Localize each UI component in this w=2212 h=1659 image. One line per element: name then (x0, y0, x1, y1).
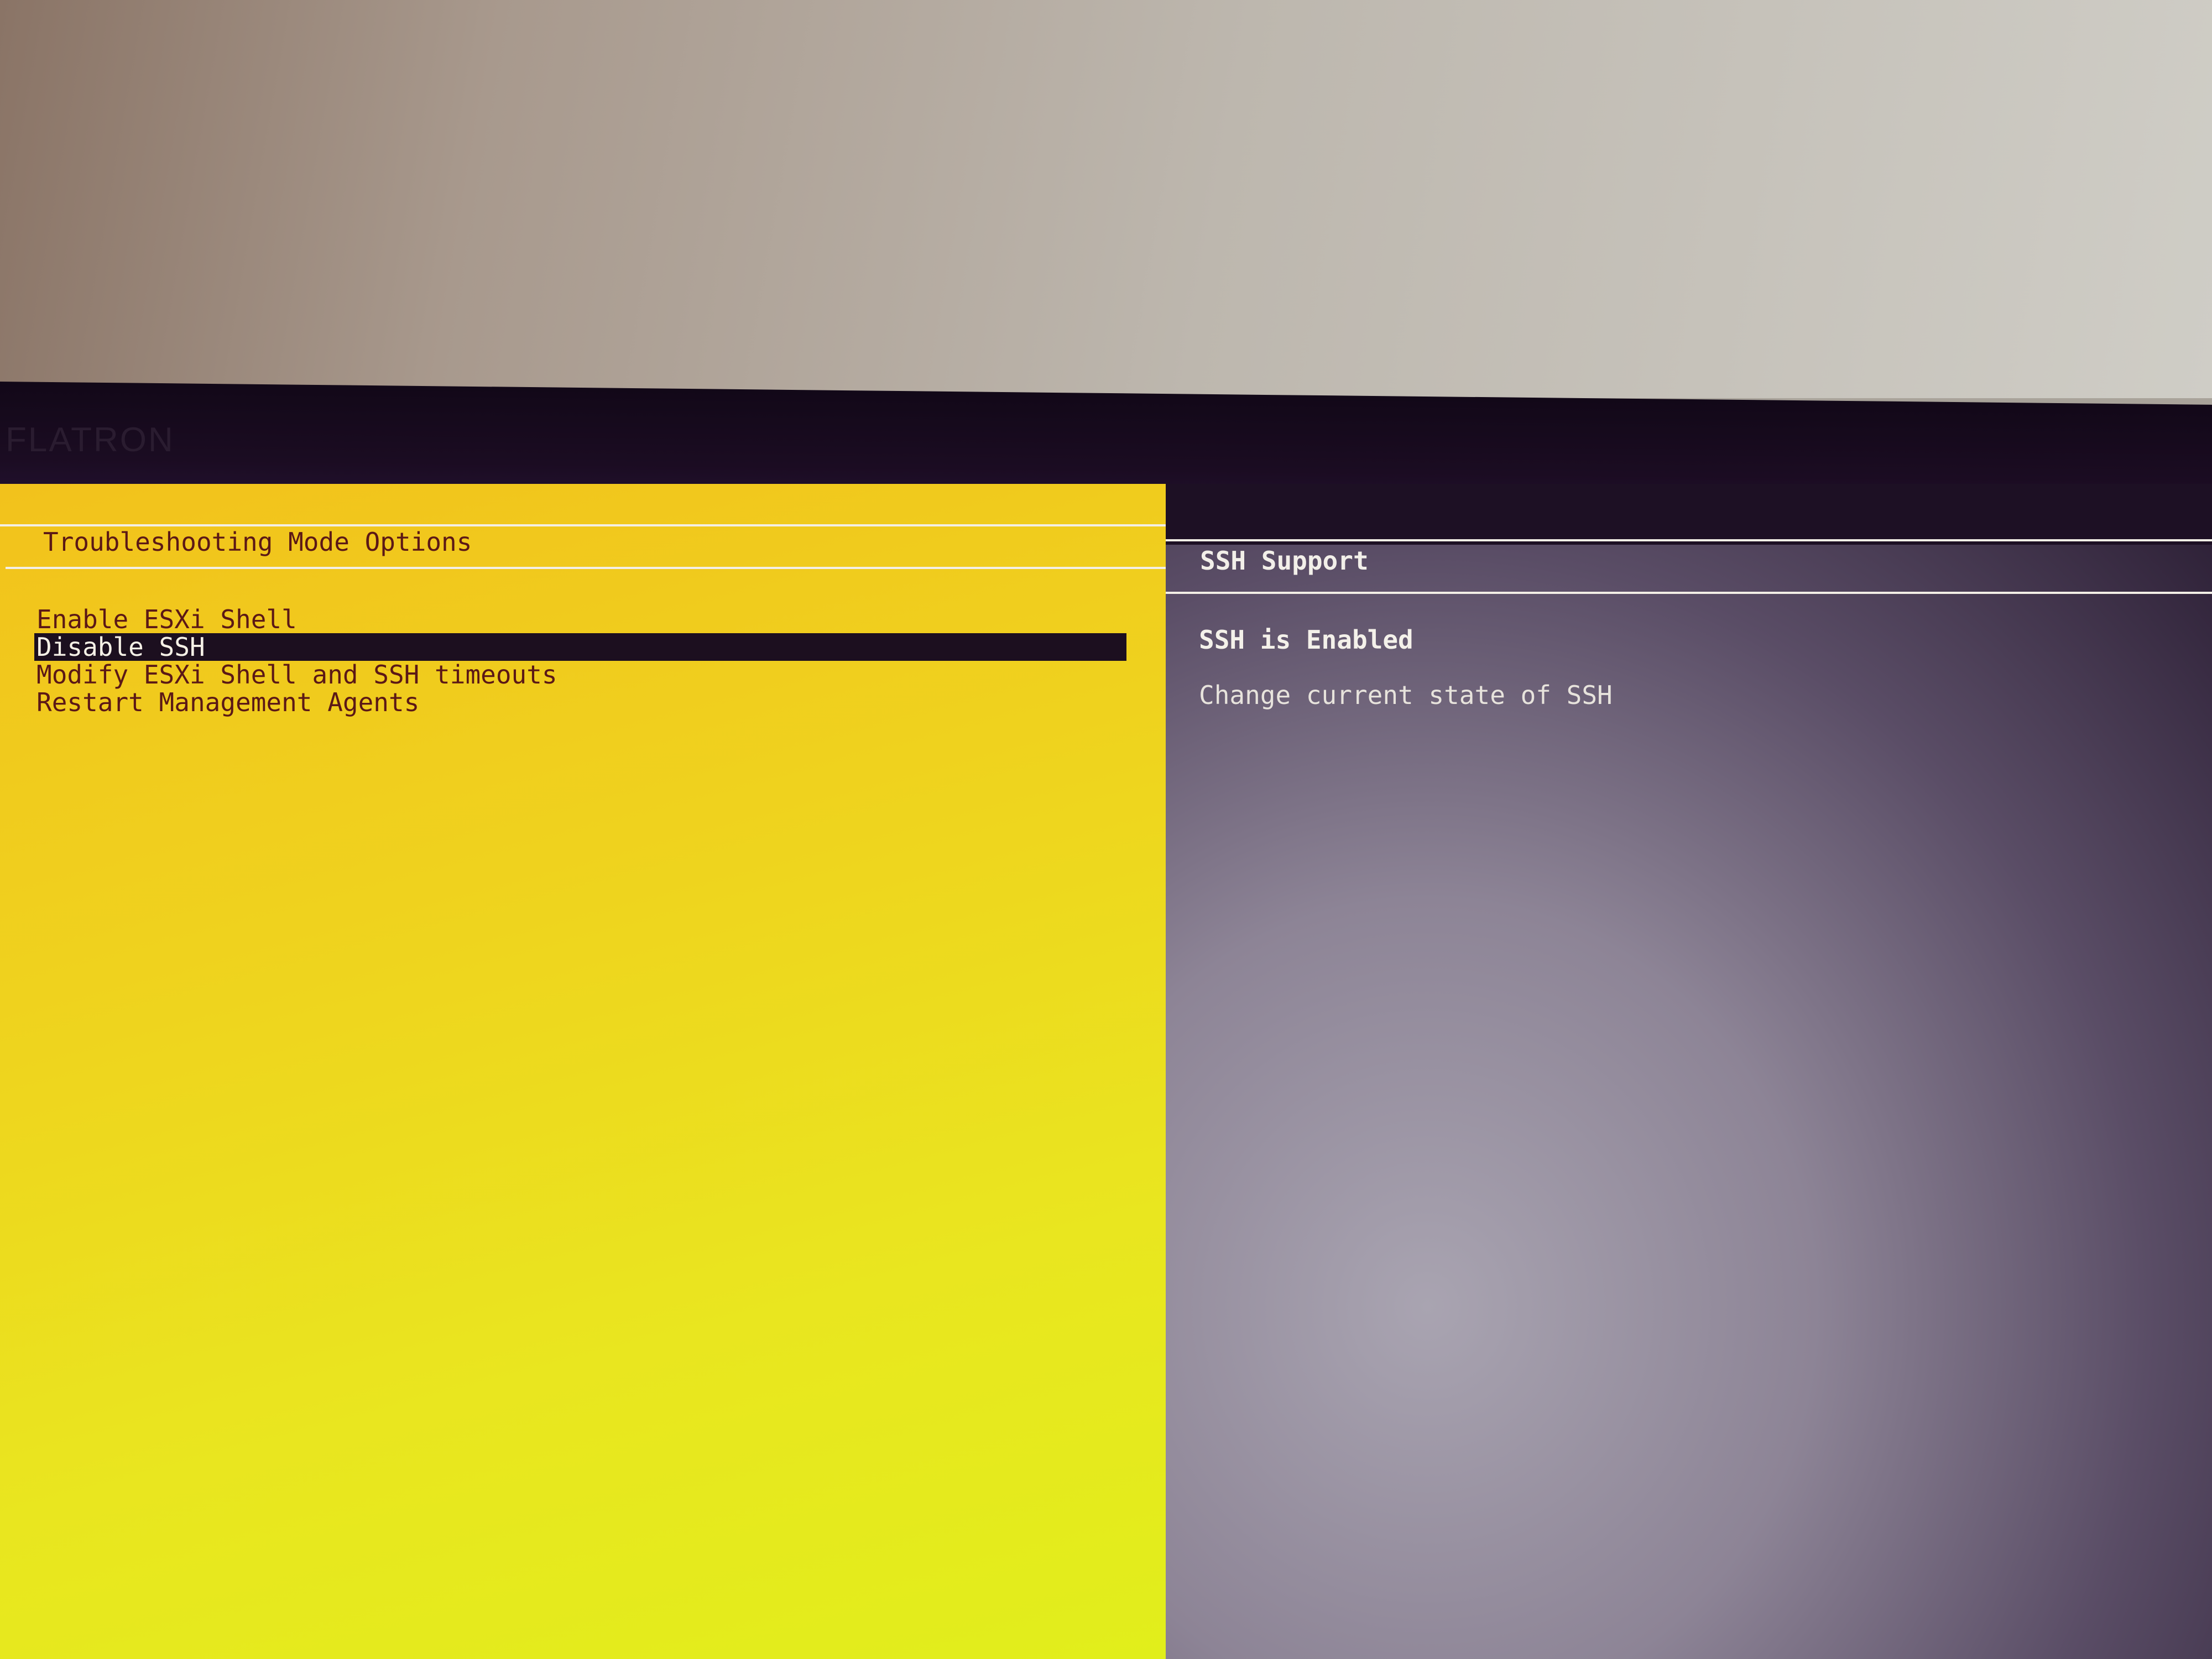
ssh-status-text: SSH is Enabled (1199, 625, 1413, 655)
monitor-brand-logo: FLATRON (6, 421, 175, 459)
menu-item-restart-management-agents[interactable]: Restart Management Agents (34, 688, 1126, 716)
wall-background (0, 0, 2212, 398)
options-title-divider-bottom (6, 567, 1166, 569)
ssh-description-text: Change current state of SSH (1199, 680, 1613, 710)
menu-item-modify-timeouts[interactable]: Modify ESXi Shell and SSH timeouts (34, 661, 1126, 688)
details-title-divider-top (1166, 539, 2212, 541)
menu-item-enable-esxi-shell[interactable]: Enable ESXi Shell (34, 606, 1126, 633)
options-pane-title: Troubleshooting Mode Options (43, 527, 472, 557)
details-title-divider-bottom (1166, 592, 2212, 594)
troubleshooting-options-menu: Enable ESXi Shell Disable SSH Modify ESX… (34, 606, 1126, 716)
menu-item-disable-ssh[interactable]: Disable SSH (34, 633, 1126, 661)
details-pane-title: SSH Support (1200, 546, 1369, 576)
details-pane (1166, 484, 2212, 1659)
dcui-screen: Troubleshooting Mode Options Enable ESXi… (0, 484, 2212, 1659)
details-title-band (1166, 484, 2212, 545)
options-title-divider-top (0, 524, 1166, 526)
